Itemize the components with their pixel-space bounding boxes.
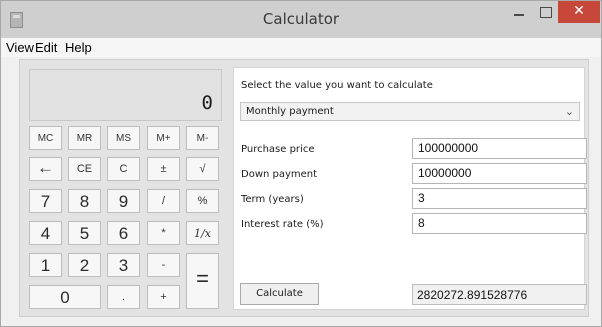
plus-minus-button[interactable]: ± xyxy=(147,157,180,181)
subtract-button[interactable]: - xyxy=(147,253,180,277)
m-minus-button[interactable]: M- xyxy=(186,126,219,150)
digit-2-button[interactable]: 2 xyxy=(68,253,101,277)
digit-0-button[interactable]: 0 xyxy=(29,285,101,309)
digit-4-button[interactable]: 4 xyxy=(29,221,62,245)
ms-button[interactable]: MS xyxy=(107,126,140,150)
panel-prompt: Select the value you want to calculate xyxy=(241,80,433,91)
ce-button[interactable]: CE xyxy=(68,157,101,181)
digit-5-button[interactable]: 5 xyxy=(68,221,101,245)
calculator-window: Calculator ✕ View Edit Help 0 MC MR MS M… xyxy=(0,0,602,327)
purchase-price-input[interactable]: 100000000 xyxy=(412,138,587,159)
menu-help[interactable]: Help xyxy=(65,40,92,55)
calculation-mode-value: Monthly payment xyxy=(246,106,334,117)
equals-button[interactable]: = xyxy=(186,253,219,309)
title-bar[interactable]: Calculator ✕ xyxy=(1,1,601,38)
interest-rate-input[interactable]: 8 xyxy=(412,213,587,234)
arrow-left-icon: ← xyxy=(37,158,54,177)
digit-3-button[interactable]: 3 xyxy=(107,253,140,277)
maximize-button[interactable] xyxy=(532,1,558,25)
square-root-button[interactable]: √ xyxy=(186,157,219,181)
calculator-body: 0 MC MR MS M+ M- ← CE C ± √ 7 8 9 / % 4 … xyxy=(19,59,589,317)
percent-button[interactable]: % xyxy=(186,189,219,213)
display-value: 0 xyxy=(201,92,213,114)
term-years-label: Term (years) xyxy=(241,194,304,205)
purchase-price-label: Purchase price xyxy=(241,144,315,155)
add-button[interactable]: + xyxy=(147,285,180,309)
menu-bar: View Edit Help xyxy=(1,38,601,57)
menu-edit[interactable]: Edit xyxy=(35,40,57,55)
digit-8-button[interactable]: 8 xyxy=(68,189,101,213)
clear-button[interactable]: C xyxy=(107,157,140,181)
mr-button[interactable]: MR xyxy=(68,126,101,150)
decimal-button[interactable]: . xyxy=(107,285,140,309)
down-payment-input[interactable]: 10000000 xyxy=(412,163,587,184)
menu-view[interactable]: View xyxy=(6,40,34,55)
digit-1-button[interactable]: 1 xyxy=(29,253,62,277)
digit-7-button[interactable]: 7 xyxy=(29,189,62,213)
minimize-button[interactable] xyxy=(506,1,532,25)
m-plus-button[interactable]: M+ xyxy=(147,126,180,150)
result-display: 0 xyxy=(29,69,222,121)
reciprocal-button[interactable]: 1/x xyxy=(186,221,219,245)
calculation-mode-select[interactable]: Monthly payment ⌄ xyxy=(240,102,580,121)
close-button[interactable]: ✕ xyxy=(558,1,600,23)
term-years-input[interactable]: 3 xyxy=(412,188,587,209)
digit-9-button[interactable]: 9 xyxy=(107,189,140,213)
down-payment-label: Down payment xyxy=(241,169,318,180)
mortgage-panel: Select the value you want to calculate M… xyxy=(233,67,587,310)
backspace-button[interactable]: ← xyxy=(29,157,62,181)
interest-rate-label: Interest rate (%) xyxy=(241,219,324,230)
divide-button[interactable]: / xyxy=(147,189,180,213)
calculate-button[interactable]: Calculate xyxy=(240,283,319,305)
chevron-down-icon: ⌄ xyxy=(564,105,574,118)
result-field: 2820272.891528776 xyxy=(412,284,587,305)
multiply-button[interactable]: * xyxy=(147,221,180,245)
digit-6-button[interactable]: 6 xyxy=(107,221,140,245)
mc-button[interactable]: MC xyxy=(29,126,62,150)
